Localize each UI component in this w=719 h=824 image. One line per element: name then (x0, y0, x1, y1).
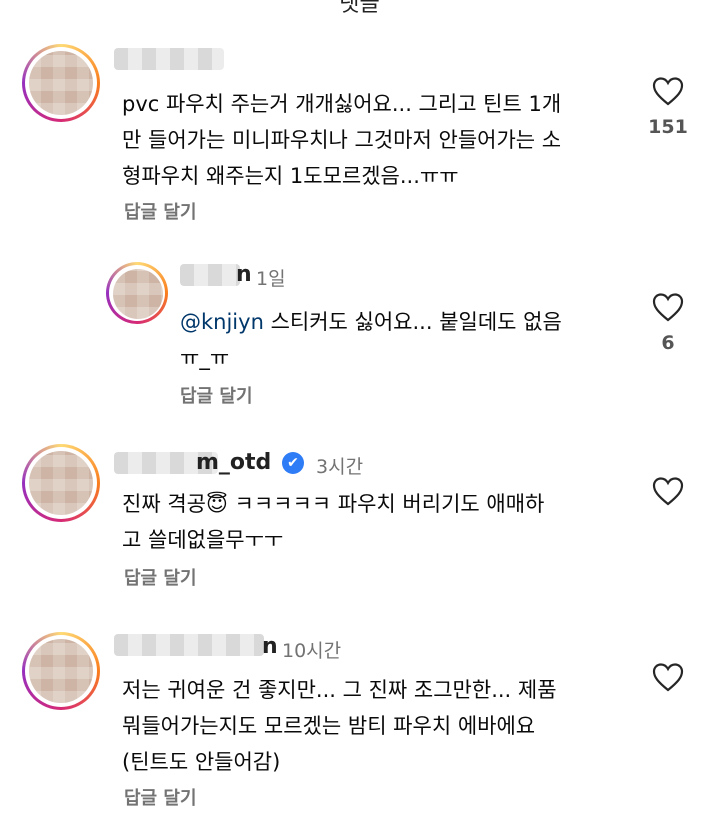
reply-button[interactable]: 답글 달기 (180, 382, 253, 408)
avatar-image (29, 451, 93, 515)
reply-button[interactable]: 답글 달기 (124, 784, 197, 810)
heart-icon[interactable] (652, 292, 684, 322)
comment-text: @knjiyn 스티커도 싫어요... 붙일데도 없음 ㅠ_ㅠ (180, 310, 562, 370)
heart-icon[interactable] (652, 662, 684, 692)
heart-icon[interactable] (652, 476, 684, 506)
avatar[interactable] (106, 262, 168, 324)
avatar[interactable] (22, 44, 100, 122)
like-count: 151 (648, 116, 688, 138)
comment-text: 진짜 격공😇 ㅋㅋㅋㅋㅋ 파우치 버리기도 애매하 고 쓸데없을무ㅜㅜ (122, 492, 545, 552)
username[interactable]: n (236, 262, 252, 287)
username[interactable]: n (262, 634, 278, 659)
verified-badge-icon: ✔ (282, 452, 304, 474)
reply-button[interactable]: 답글 달기 (124, 198, 197, 224)
comment-time: 1일 (256, 268, 286, 290)
comment-text: pvc 파우치 주는거 개개싫어요... 그리고 틴트 1개 만 들어가는 미니… (122, 92, 562, 188)
comment-time: 10시간 (282, 640, 342, 662)
avatar[interactable] (22, 444, 100, 522)
heart-icon[interactable] (652, 76, 684, 106)
avatar-image (113, 269, 163, 319)
reply-button[interactable]: 답글 달기 (124, 564, 197, 590)
username-blurred[interactable] (114, 48, 224, 70)
comment-time: 3시간 (316, 456, 364, 478)
like-count: 6 (661, 332, 675, 354)
username[interactable]: m_otd (196, 450, 271, 475)
avatar[interactable] (22, 632, 100, 710)
comment-text: 저는 귀여운 건 좋지만... 그 진짜 조그만한... 제품 뭐들어가는지도 … (122, 678, 557, 774)
mention-link[interactable]: @knjiyn (180, 310, 264, 334)
avatar-image (29, 51, 93, 115)
avatar-image (29, 639, 93, 703)
header-title-peek: 댓글 (339, 0, 380, 17)
username-blurred[interactable] (114, 634, 264, 656)
username-blurred[interactable] (180, 264, 240, 286)
